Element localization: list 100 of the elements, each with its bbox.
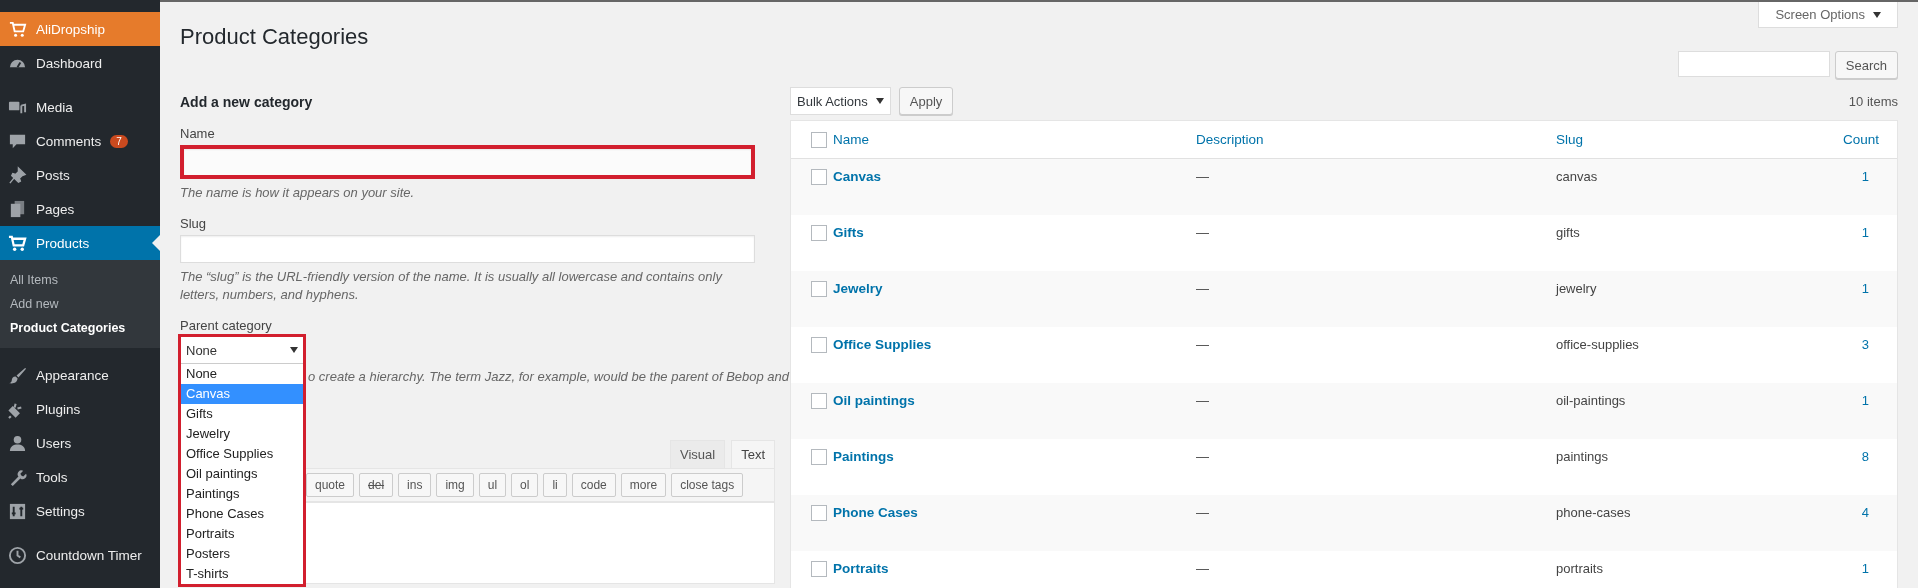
category-name-link[interactable]: Canvas [833, 169, 1196, 184]
category-name-link[interactable]: Paintings [833, 449, 1196, 464]
count-link[interactable]: 1 [1797, 169, 1897, 184]
count-link[interactable]: 4 [1797, 505, 1897, 520]
row-checkbox[interactable] [811, 281, 827, 297]
dropdown-option[interactable]: T-shirts [181, 564, 303, 584]
editor-button[interactable]: close tags [671, 473, 744, 497]
dropdown-option[interactable]: Portraits [181, 524, 303, 544]
row-checkbox[interactable] [811, 393, 827, 409]
cart-icon [8, 19, 27, 39]
table-cell-text: gifts [1556, 225, 1581, 240]
field-label: Name [180, 126, 216, 141]
category-name-link[interactable]: Office Supplies [833, 337, 1196, 352]
count-link[interactable]: 8 [1797, 449, 1897, 464]
sidebar-item[interactable]: Dashboard [0, 46, 160, 80]
parent-category-dropdown[interactable]: None None Canvas Gifts Jewelry Office Supplies Oil paintings Paintings Phone Cases Portraits Posters T-shirts [178, 334, 306, 587]
caret-icon [290, 347, 298, 353]
editor-button[interactable]: del [359, 473, 394, 497]
sidebar-item[interactable]: Users [0, 426, 160, 460]
table-cell-text: — [1196, 169, 1210, 184]
dropdown-option[interactable]: Oil paintings [181, 464, 303, 484]
count-link[interactable]: 1 [1797, 393, 1897, 408]
count-badge: 7 [110, 134, 128, 148]
editor-button[interactable]: ol [511, 473, 539, 497]
row-checkbox[interactable] [811, 449, 827, 465]
paintbrush-icon [8, 365, 27, 385]
sidebar-item[interactable]: Appearance [0, 358, 160, 392]
slug-field[interactable] [180, 235, 755, 263]
table-cell-text: — [1196, 449, 1210, 464]
sidebar-item[interactable]: Tools [0, 460, 160, 494]
sidebar-item[interactable]: Media [0, 90, 160, 124]
cart-icon [8, 233, 27, 253]
search-field[interactable] [1677, 51, 1830, 77]
dropdown-option[interactable]: Phone Cases [181, 504, 303, 524]
sidebar-item[interactable]: Countdown Timer [0, 538, 160, 572]
sidebar-item[interactable]: Pages [0, 192, 160, 226]
dropdown-option[interactable]: Office Supplies [181, 444, 303, 464]
row-checkbox[interactable] [811, 337, 827, 353]
editor-tab[interactable]: Visual [669, 440, 726, 468]
table-cell-text: canvas [1556, 169, 1599, 184]
sidebar-item[interactable]: Posts [0, 158, 160, 192]
dropdown-option[interactable]: Jewelry [181, 424, 303, 444]
editor-button[interactable]: more [620, 473, 667, 497]
table-cell-text: — [1196, 281, 1210, 296]
count-link[interactable]: 3 [1797, 337, 1897, 352]
item-count: 10 items [1848, 93, 1898, 109]
row-checkbox[interactable] [811, 169, 827, 185]
wrench-icon [8, 467, 27, 487]
submenu-item[interactable]: Product Categories [0, 316, 160, 340]
user-icon [8, 433, 27, 453]
select-value[interactable]: None [181, 337, 303, 364]
form-heading: Add a new category [180, 94, 314, 110]
column-header[interactable]: Slug [1556, 132, 1797, 147]
settings-icon [8, 501, 27, 521]
category-name-link[interactable]: Phone Cases [833, 505, 1196, 520]
sidebar-item[interactable]: Settings [0, 494, 160, 528]
dropdown-option[interactable]: None [181, 364, 303, 384]
submenu-item[interactable]: Add new [0, 292, 160, 316]
column-header[interactable]: Count [1797, 132, 1897, 147]
editor-button[interactable]: ins [398, 473, 432, 497]
row-checkbox[interactable] [811, 561, 827, 577]
sidebar-item[interactable]: Products [0, 226, 160, 260]
count-link[interactable]: 1 [1797, 561, 1897, 576]
table-cell-text: — [1196, 337, 1210, 352]
table-cell-text: phone-cases [1556, 505, 1632, 520]
dropdown-option[interactable]: Posters [181, 544, 303, 564]
category-name-link[interactable]: Portraits [833, 561, 1196, 576]
bulk-actions-select[interactable]: Bulk Actions [790, 87, 891, 115]
row-checkbox[interactable] [811, 505, 827, 521]
dropdown-option[interactable]: Paintings [181, 484, 303, 504]
field-hint: o create a hierarchy. The term Jazz, for example, would be the parent of Bebop and [308, 369, 790, 384]
table-cell-text: oil-paintings [1556, 393, 1627, 408]
category-name-link[interactable]: Gifts [833, 225, 1196, 240]
name-field[interactable] [180, 145, 755, 179]
field-hint: The name is how it appears on your site. [180, 184, 416, 202]
count-link[interactable]: 1 [1797, 281, 1897, 296]
category-name-link[interactable]: Jewelry [833, 281, 1196, 296]
editor-button[interactable]: quote [306, 473, 355, 497]
sidebar-item[interactable]: Plugins [0, 392, 160, 426]
pages-icon [8, 199, 27, 219]
apply-button[interactable]: Apply [898, 87, 954, 115]
screen-options-button[interactable]: Screen Options [1758, 2, 1898, 28]
editor-button[interactable]: img [436, 473, 474, 497]
count-link[interactable]: 1 [1797, 225, 1897, 240]
field-label: Slug [180, 216, 208, 231]
row-checkbox[interactable] [811, 225, 827, 241]
dropdown-option[interactable]: Gifts [181, 404, 303, 424]
editor-button[interactable]: code [571, 473, 616, 497]
table-cell-text: — [1196, 561, 1210, 576]
sidebar-item[interactable]: Comments 7 [0, 124, 160, 158]
column-header[interactable]: Description [1196, 132, 1556, 147]
column-header[interactable]: Name [833, 132, 1196, 147]
editor-button[interactable]: li [543, 473, 567, 497]
select-all-checkbox[interactable] [811, 131, 827, 148]
submenu-item[interactable]: All Items [0, 268, 160, 292]
category-name-link[interactable]: Oil paintings [833, 393, 1196, 408]
editor-tab[interactable]: Text [731, 440, 775, 468]
table-cell-text: paintings [1556, 449, 1610, 464]
search-button[interactable]: Search [1834, 51, 1898, 79]
editor-button[interactable]: ul [478, 473, 507, 497]
